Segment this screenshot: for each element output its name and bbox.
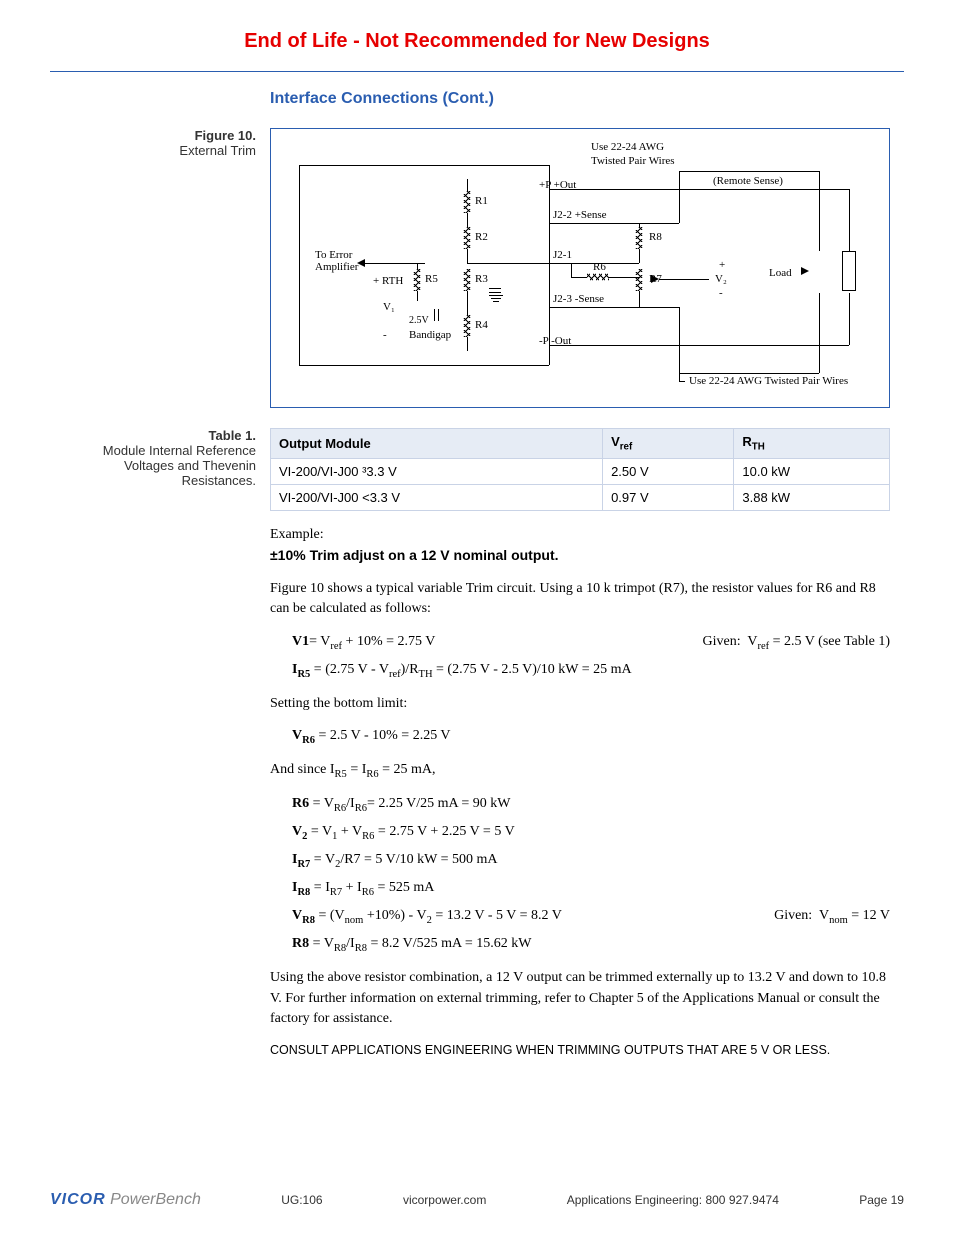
- table-caption-text: Module Internal Reference Voltages and T…: [103, 443, 256, 488]
- table-row: VI-200/VI-J00 <3.3 V 0.97 V 3.88 kW: [271, 484, 890, 510]
- cell: VI-200/VI-J00 <3.3 V: [271, 484, 603, 510]
- label-r3: R3: [475, 273, 488, 285]
- reference-table: Output Module Vref RTH VI-200/VI-J00 ³3.…: [270, 428, 890, 511]
- paragraph: Using the above resistor combination, a …: [270, 968, 890, 1029]
- label-v2n: -: [719, 287, 723, 299]
- body-text: Example: ±10% Trim adjust on a 12 V nomi…: [270, 525, 890, 1060]
- divider: [50, 71, 904, 72]
- table-row: VI-200/VI-J00 ³3.3 V 2.50 V 10.0 kW: [271, 458, 890, 484]
- logo-text: VICOR: [50, 1191, 106, 1208]
- label-v2p: +: [719, 259, 725, 271]
- label-r5: R5: [425, 273, 438, 285]
- page-number: Page 19: [859, 1193, 904, 1207]
- label-rth: + RTH: [373, 275, 403, 287]
- equation-block: V1= Vref + 10% = 2.75 V Given: Vref = 2.…: [292, 632, 890, 682]
- label-2-5v: 2.5V: [409, 315, 429, 326]
- label-j23: J2-3 -Sense: [553, 293, 604, 305]
- th-module: Output Module: [271, 429, 603, 459]
- cell: 3.88 kW: [734, 484, 890, 510]
- label-r8: R8: [649, 231, 662, 243]
- label-bandigap: Bandigap: [409, 329, 451, 341]
- page-footer: VICOR PowerBench UG:106 vicorpower.com A…: [50, 1191, 904, 1209]
- cell: VI-200/VI-J00 ³3.3 V: [271, 458, 603, 484]
- cell: 2.50 V: [603, 458, 734, 484]
- equation-block: R6 = VR6/IR6= 2.25 V/25 mA = 90 kW V2 = …: [292, 794, 890, 956]
- figure-label: Figure 10.: [195, 128, 256, 143]
- paragraph: And since IR5 = IR6 = 25 mA,: [270, 760, 890, 782]
- label-amplifier: Amplifier: [315, 261, 358, 273]
- label-j22: J2-2 +Sense: [553, 209, 607, 221]
- th-rth: RTH: [734, 429, 890, 459]
- table-label: Table 1.: [209, 428, 256, 443]
- footer-contact: Applications Engineering: 800 927.9474: [567, 1193, 779, 1207]
- th-vref: Vref: [603, 429, 734, 459]
- label-to-error: To Error: [315, 249, 352, 261]
- paragraph: Figure 10 shows a typical variable Trim …: [270, 579, 890, 620]
- label-awg-top: Use 22-24 AWG: [591, 141, 664, 153]
- label-twisted: Twisted Pair Wires: [591, 155, 675, 167]
- label-r6: R6: [593, 261, 606, 273]
- trim-title: ±10% Trim adjust on a 12 V nominal outpu…: [270, 547, 559, 563]
- label-r4: R4: [475, 319, 488, 331]
- label-v1: V₁: [383, 301, 395, 313]
- figure-caption: Figure 10. External Trim: [50, 128, 270, 158]
- label-j21: J2-1: [553, 249, 572, 261]
- label-r2: R2: [475, 231, 488, 243]
- cell: 10.0 kW: [734, 458, 890, 484]
- equation-block: VR6 = 2.5 V - 10% = 2.25 V: [292, 726, 890, 748]
- vicor-logo: VICOR PowerBench: [50, 1191, 201, 1209]
- example-label: Example:: [270, 527, 324, 542]
- label-v2: V₂: [715, 273, 727, 285]
- label-r1: R1: [475, 195, 488, 207]
- footer-url: vicorpower.com: [403, 1193, 486, 1207]
- label-awg-bot: Use 22-24 AWG Twisted Pair Wires: [689, 375, 848, 387]
- label-remote-sense: (Remote Sense): [713, 175, 783, 187]
- consult-note: CONSULT APPLICATIONS ENGINEERING WHEN TR…: [270, 1041, 890, 1059]
- doc-id: UG:106: [281, 1193, 322, 1207]
- section-title: Interface Connections (Cont.): [270, 90, 904, 108]
- eol-banner: End of Life - Not Recommended for New De…: [50, 30, 904, 53]
- cell: 0.97 V: [603, 484, 734, 510]
- logo-sub: PowerBench: [106, 1191, 201, 1208]
- figure-caption-text: External Trim: [179, 143, 256, 158]
- figure-diagram: Use 22-24 AWG Twisted Pair Wires (Remote…: [270, 128, 890, 408]
- label-load: Load: [769, 267, 792, 279]
- table-caption: Table 1. Module Internal Reference Volta…: [50, 428, 270, 488]
- paragraph: Setting the bottom limit:: [270, 694, 890, 714]
